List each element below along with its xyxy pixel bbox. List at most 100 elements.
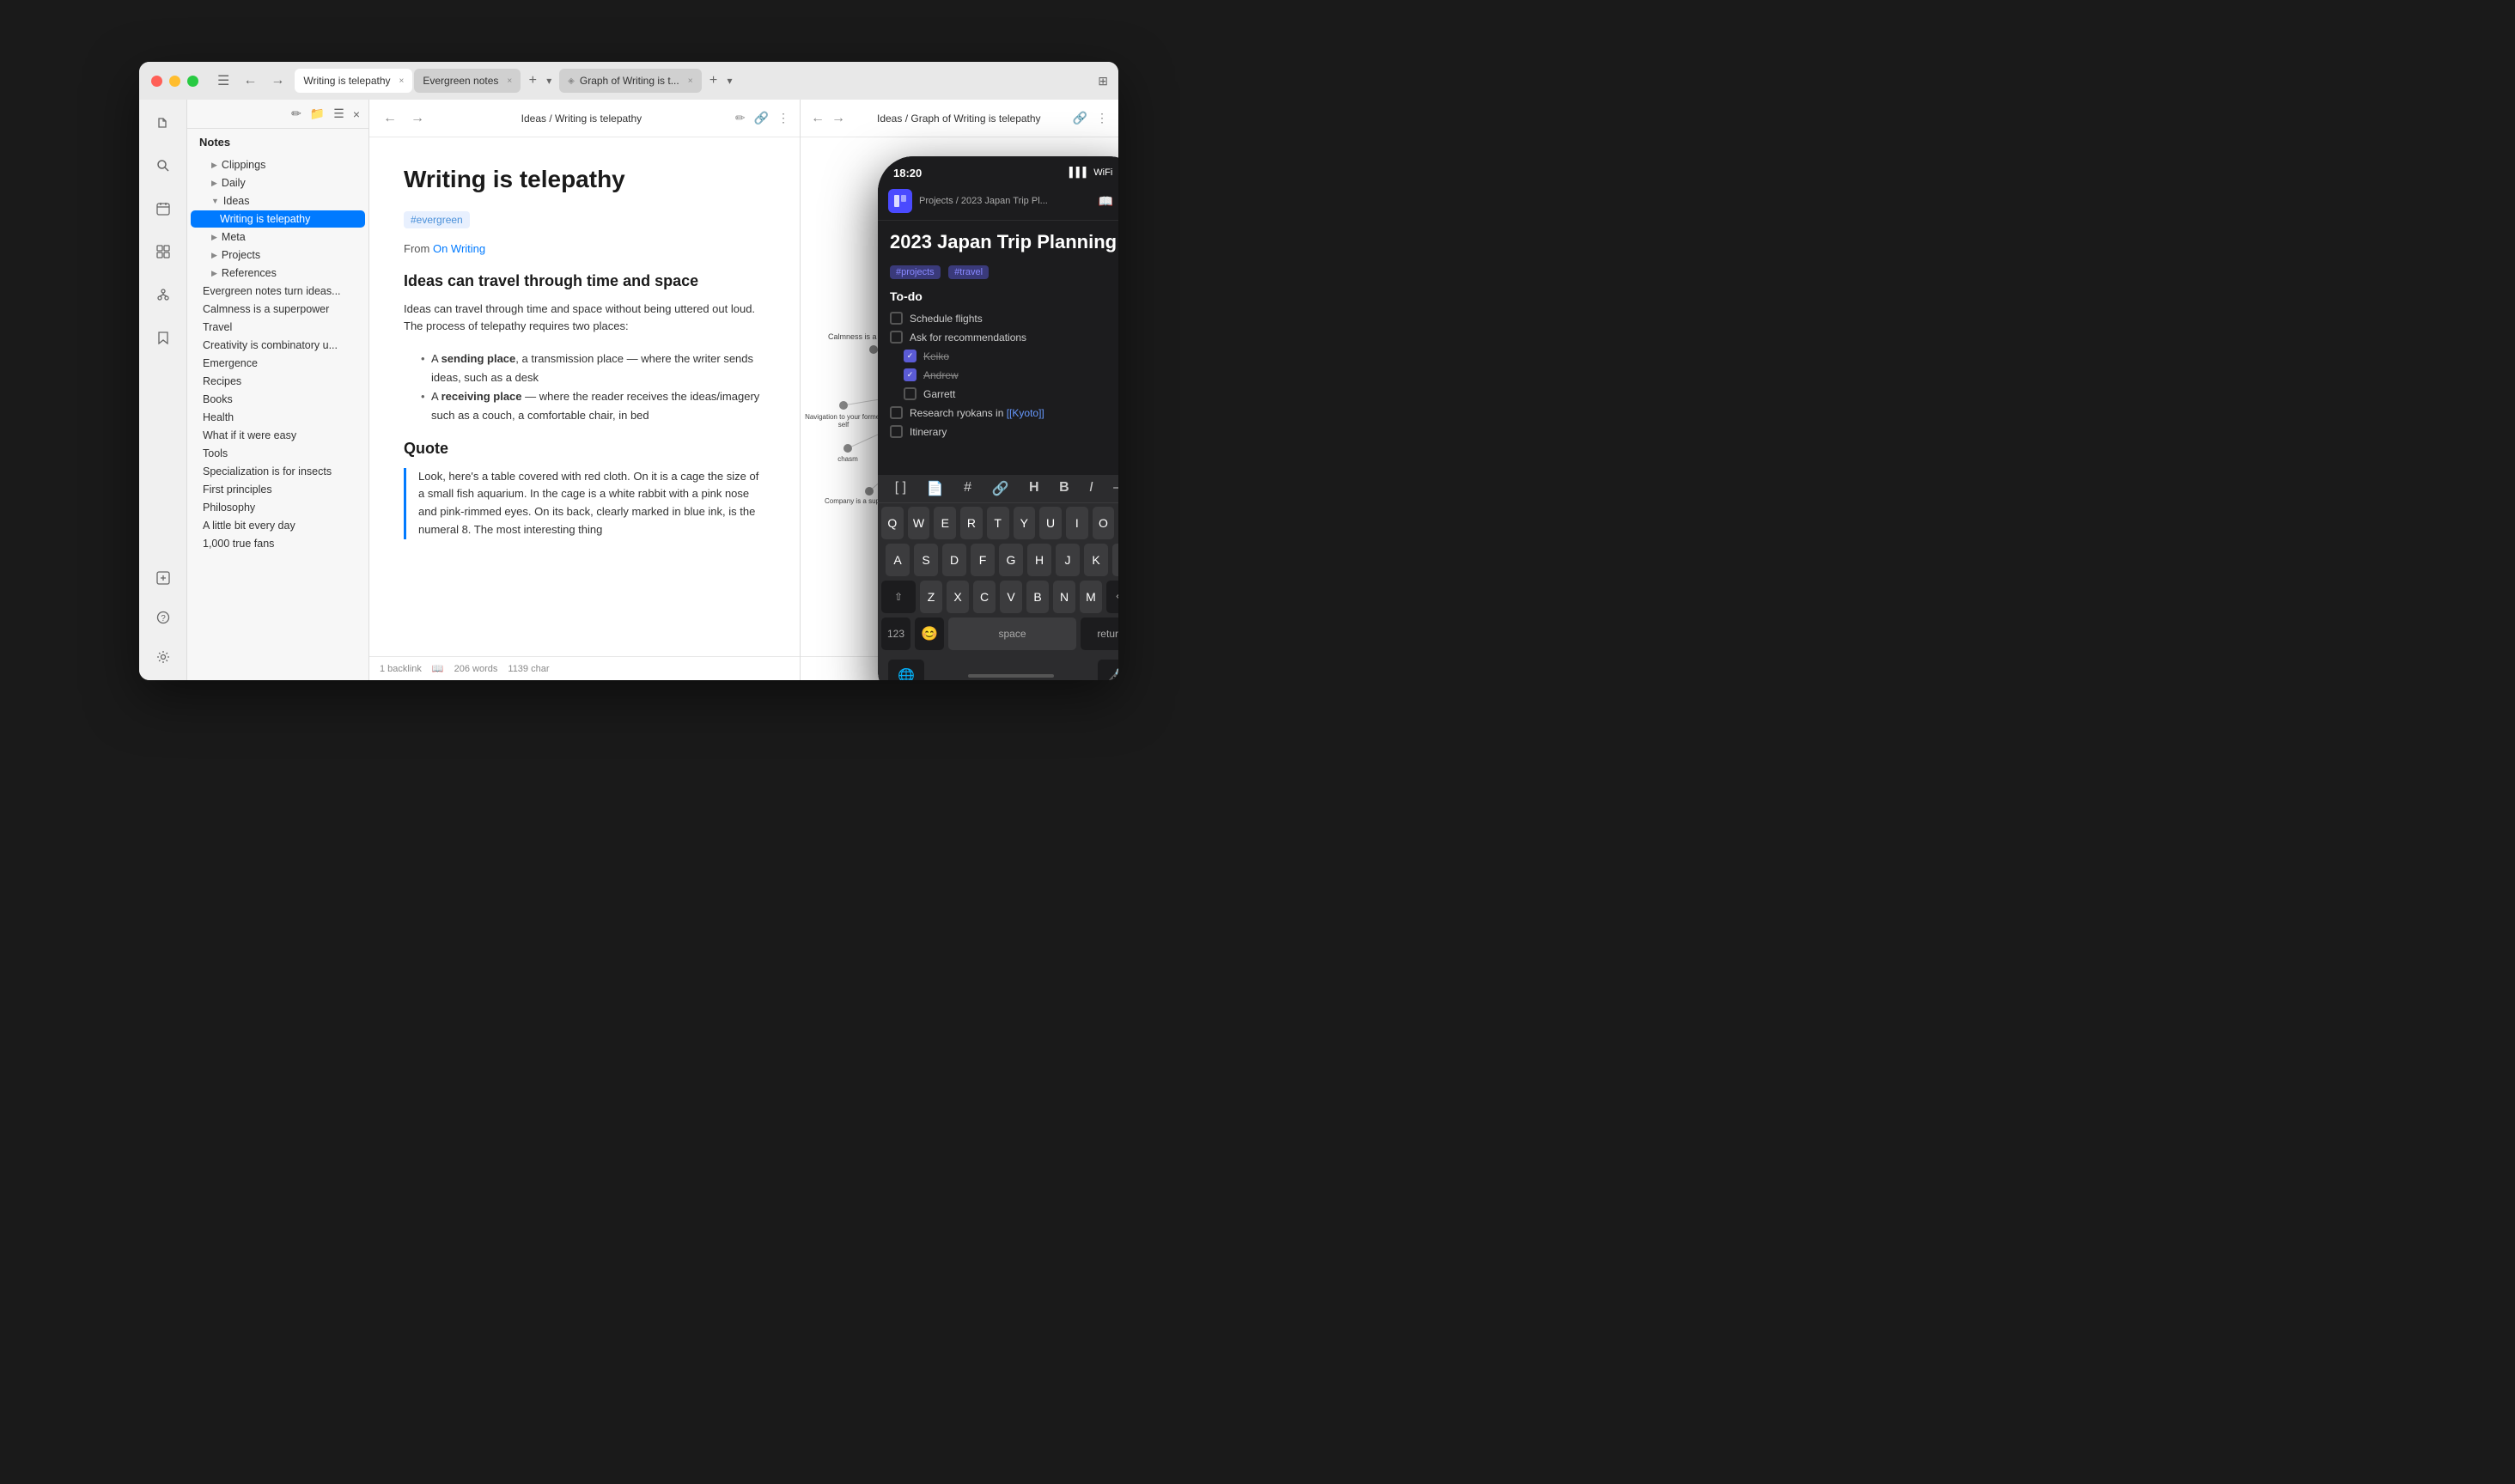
backlinks-count[interactable]: 1 backlink bbox=[380, 664, 422, 674]
check-schedule-flights[interactable]: Schedule flights bbox=[890, 312, 1118, 325]
sidebar-item-creativity[interactable]: Creativity is combinatory u... bbox=[191, 337, 365, 354]
key-v[interactable]: V bbox=[1000, 581, 1022, 613]
checkbox-andrew[interactable]: ✓ bbox=[904, 368, 916, 381]
key-numbers[interactable]: 123 bbox=[881, 617, 910, 650]
note-nav-back[interactable]: ← bbox=[380, 107, 400, 130]
key-z[interactable]: Z bbox=[920, 581, 942, 613]
check-itinerary[interactable]: Itinerary bbox=[890, 425, 1118, 438]
note-nav-forward[interactable]: → bbox=[407, 107, 428, 130]
calendar-icon[interactable] bbox=[150, 196, 176, 222]
key-k[interactable]: K bbox=[1084, 544, 1108, 576]
key-y[interactable]: Y bbox=[1014, 507, 1036, 539]
sidebar-item-emergence[interactable]: Emergence bbox=[191, 355, 365, 372]
key-s[interactable]: S bbox=[914, 544, 938, 576]
key-c[interactable]: C bbox=[973, 581, 996, 613]
key-r[interactable]: R bbox=[960, 507, 983, 539]
close-button[interactable] bbox=[151, 76, 162, 87]
more-options-icon[interactable]: ⋮ bbox=[777, 111, 789, 125]
mobile-book-icon[interactable]: 📖 bbox=[1099, 194, 1113, 209]
search-icon[interactable] bbox=[150, 153, 176, 179]
kbd-italic-icon[interactable]: I bbox=[1089, 480, 1093, 497]
tab-overflow-chevron[interactable]: ▾ bbox=[546, 75, 551, 87]
node-calmness[interactable] bbox=[869, 345, 878, 354]
key-mic[interactable]: 🎤 bbox=[1098, 660, 1118, 680]
sidebar-item-first-principles[interactable]: First principles bbox=[191, 481, 365, 498]
graph-nav-forward[interactable]: → bbox=[831, 111, 845, 126]
sidebar-item-meta[interactable]: ▶ Meta bbox=[191, 228, 365, 246]
key-return[interactable]: return bbox=[1081, 617, 1118, 650]
key-j[interactable]: J bbox=[1056, 544, 1080, 576]
check-ask-recommendations[interactable]: Ask for recommendations bbox=[890, 331, 1118, 344]
key-g[interactable]: G bbox=[999, 544, 1023, 576]
sidebar-item-ideas[interactable]: ▼ Ideas bbox=[191, 192, 365, 210]
sidebar-item-tools[interactable]: Tools bbox=[191, 445, 365, 462]
kbd-strike-icon[interactable]: — bbox=[1113, 480, 1118, 497]
edit-note-icon[interactable]: ✏ bbox=[735, 111, 746, 125]
kyoto-link[interactable]: [[Kyoto]] bbox=[1007, 407, 1044, 419]
check-ryokans[interactable]: Research ryokans in [[Kyoto]] bbox=[890, 406, 1118, 419]
cards-icon[interactable] bbox=[150, 239, 176, 265]
graph-nav-back[interactable]: ← bbox=[811, 111, 825, 126]
sidebar-item-daily[interactable]: ▶ Daily bbox=[191, 174, 365, 192]
sidebar-item-books[interactable]: Books bbox=[191, 391, 365, 408]
mobile-tag-travel[interactable]: #travel bbox=[948, 265, 989, 279]
on-writing-link[interactable]: On Writing bbox=[433, 242, 485, 255]
bookmarks-icon[interactable] bbox=[150, 325, 176, 350]
publish-icon[interactable] bbox=[150, 565, 176, 591]
key-w[interactable]: W bbox=[908, 507, 930, 539]
tab-writing-close[interactable]: × bbox=[399, 76, 405, 86]
minimize-button[interactable] bbox=[169, 76, 180, 87]
key-emoji[interactable]: 😊 bbox=[915, 617, 944, 650]
key-m[interactable]: M bbox=[1080, 581, 1102, 613]
sidebar-item-travel[interactable]: Travel bbox=[191, 319, 365, 336]
key-h[interactable]: H bbox=[1027, 544, 1051, 576]
graph-link-icon[interactable]: 🔗 bbox=[1073, 111, 1087, 125]
sidebar-item-calmness[interactable]: Calmness is a superpower bbox=[191, 301, 365, 318]
tab-evergreen-notes[interactable]: Evergreen notes × bbox=[414, 69, 521, 93]
checkbox-schedule-flights[interactable] bbox=[890, 312, 903, 325]
checkbox-garrett[interactable] bbox=[904, 387, 916, 400]
key-space[interactable]: space bbox=[948, 617, 1076, 650]
key-u[interactable]: U bbox=[1039, 507, 1062, 539]
new-tab-graph-button[interactable]: + bbox=[703, 70, 724, 91]
check-keiko[interactable]: ✓ Keiko bbox=[904, 350, 1118, 362]
key-delete[interactable]: ⌫ bbox=[1106, 581, 1118, 613]
new-folder-icon[interactable]: 📁 bbox=[310, 106, 325, 121]
nav-back-icon[interactable]: ← bbox=[243, 73, 257, 88]
sidebar-item-philosophy[interactable]: Philosophy bbox=[191, 499, 365, 516]
key-a[interactable]: A bbox=[886, 544, 910, 576]
link-icon[interactable]: 🔗 bbox=[754, 111, 769, 125]
key-o[interactable]: O bbox=[1093, 507, 1115, 539]
key-d[interactable]: D bbox=[942, 544, 966, 576]
checkbox-keiko[interactable]: ✓ bbox=[904, 350, 916, 362]
checkbox-ask-recommendations[interactable] bbox=[890, 331, 903, 344]
sidebar-item-clippings[interactable]: ▶ Clippings bbox=[191, 156, 365, 173]
key-shift[interactable]: ⇧ bbox=[881, 581, 916, 613]
new-tab-button[interactable]: + bbox=[522, 70, 543, 91]
sidebar-item-little-bit[interactable]: A little bit every day bbox=[191, 517, 365, 534]
key-t[interactable]: T bbox=[987, 507, 1009, 539]
kbd-heading-icon[interactable]: H bbox=[1029, 480, 1039, 497]
key-b[interactable]: B bbox=[1026, 581, 1049, 613]
tab-overflow-graph-chevron[interactable]: ▾ bbox=[728, 75, 733, 87]
layout-toggle-icon[interactable]: ⊞ bbox=[1098, 74, 1108, 88]
close-sidebar-icon[interactable]: × bbox=[353, 107, 360, 121]
checkbox-itinerary[interactable] bbox=[890, 425, 903, 438]
new-note-icon[interactable]: ✏ bbox=[291, 106, 301, 121]
key-n[interactable]: N bbox=[1053, 581, 1075, 613]
key-f[interactable]: F bbox=[971, 544, 995, 576]
tab-evergreen-close[interactable]: × bbox=[507, 76, 512, 86]
check-andrew[interactable]: ✓ Andrew bbox=[904, 368, 1118, 381]
graph-more-icon[interactable]: ⋮ bbox=[1096, 111, 1108, 125]
node-navigation[interactable] bbox=[839, 401, 848, 410]
key-i[interactable]: I bbox=[1066, 507, 1088, 539]
sidebar-item-projects[interactable]: ▶ Projects bbox=[191, 246, 365, 264]
key-globe[interactable]: 🌐 bbox=[888, 660, 924, 680]
kbd-bold-icon[interactable]: B bbox=[1059, 480, 1069, 497]
key-x[interactable]: X bbox=[947, 581, 969, 613]
settings-icon[interactable] bbox=[150, 644, 176, 670]
sidebar-item-1000-fans[interactable]: 1,000 true fans bbox=[191, 535, 365, 552]
sidebar-item-references[interactable]: ▶ References bbox=[191, 265, 365, 282]
node-superorganism[interactable] bbox=[865, 487, 874, 496]
evergreen-tag[interactable]: #evergreen bbox=[404, 211, 470, 228]
